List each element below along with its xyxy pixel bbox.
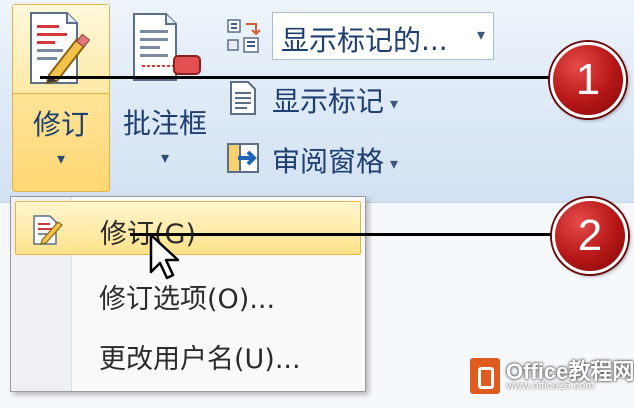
- reviewing-pane-label: 审阅窗格: [272, 145, 385, 178]
- show-markup-icon: [230, 81, 256, 115]
- comments-box-dropdown-icon[interactable]: ▾: [116, 148, 214, 167]
- show-markup-button[interactable]: 显示标记 ▾: [224, 76, 424, 120]
- callout-badge-1: 1: [550, 42, 626, 118]
- display-for-review-value: 显示标记的...: [281, 24, 448, 57]
- reviewing-pane-button[interactable]: 审阅窗格 ▾: [224, 136, 424, 180]
- show-markup-label: 显示标记: [272, 85, 385, 118]
- chevron-down-icon[interactable]: ▾: [477, 25, 485, 44]
- show-markup-dropdown-icon[interactable]: ▾: [390, 94, 398, 113]
- track-changes-small-icon: [33, 215, 63, 245]
- menu-item-track-changes[interactable]: 修订(G): [15, 201, 361, 255]
- menu-item-track-changes-options[interactable]: 修订选项(O)...: [15, 267, 361, 321]
- menu-item-change-user-name[interactable]: 更改用户名(U)...: [15, 327, 361, 381]
- track-changes-label: 修订: [32, 108, 89, 141]
- callout-badge-2: 2: [552, 198, 628, 274]
- menu-item-label: 更改用户名(U)...: [99, 344, 301, 375]
- track-changes-upper[interactable]: [13, 5, 109, 94]
- display-for-review-icon: [227, 19, 261, 53]
- reviewing-pane-icon: [227, 143, 259, 173]
- track-changes-menu: 修订(G) 修订选项(O)... 更改用户名(U)...: [10, 196, 366, 392]
- comments-box-label: 批注框: [122, 107, 207, 140]
- reviewing-pane-dropdown-icon[interactable]: ▾: [390, 154, 398, 173]
- callout-line-1: [40, 76, 552, 79]
- ribbon: 修订 ▾ 批注框 ▾ 显示标记的... ▾ 显示标记 ▾ 审阅窗格 ▾: [0, 0, 634, 203]
- watermark: Office教程网 www.office26.com: [470, 352, 634, 400]
- menu-item-label: 修订选项(O)...: [99, 284, 276, 315]
- comments-box-button[interactable]: 批注框 ▾: [116, 6, 214, 192]
- office-logo-icon: [470, 358, 500, 394]
- track-changes-dropdown-icon[interactable]: ▾: [13, 149, 109, 168]
- watermark-url: www.office26.com: [506, 380, 595, 392]
- callout-line-2: [130, 233, 554, 236]
- mouse-cursor-icon: [149, 233, 180, 280]
- display-for-review-combo[interactable]: 显示标记的... ▾: [272, 12, 494, 60]
- track-changes-button[interactable]: 修订 ▾: [12, 4, 110, 192]
